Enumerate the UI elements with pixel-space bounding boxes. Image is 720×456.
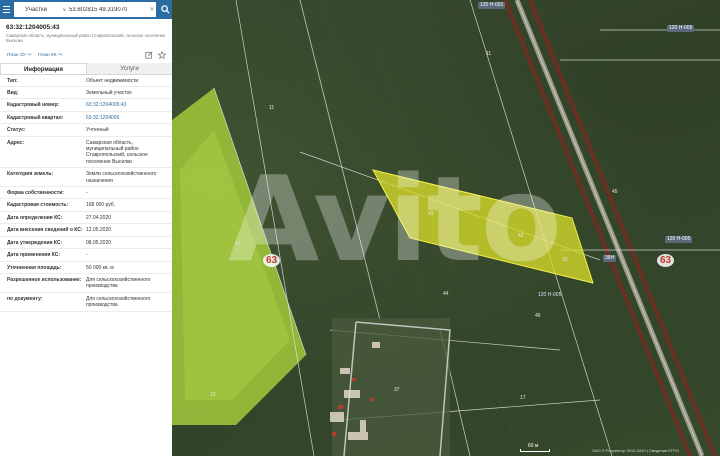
object-header: 63:32:1204005:43 Самарская область, муни… [0, 19, 172, 44]
info-label: Вид: [7, 90, 19, 96]
info-row: Форма собственности: - [0, 187, 172, 200]
info-value: Объект недвижимости [86, 77, 139, 84]
object-number: 63:32:1204005:43 [6, 24, 60, 31]
scale-bar [520, 449, 550, 452]
info-row: Разрешенное использование: Для сельскохоз… [0, 274, 172, 293]
info-panel: Участки ∨ ✕ 63:32:1204005:43 Самарская о… [0, 0, 172, 456]
info-row: Дата применения КС: - [0, 249, 172, 262]
road-label: 120 Н-005 [665, 236, 693, 243]
info-label: Кадастровая стоимость: [7, 202, 69, 209]
info-table: Тип: Объект недвижимости Вид: Земельный уча… [0, 75, 172, 312]
info-row: Кадастровый квартал: 63:32:1204005 [0, 112, 172, 125]
parcel-label: 46 [535, 313, 541, 319]
info-label: Форма собственности: [7, 190, 64, 197]
parcel-label: 17 [520, 395, 526, 401]
chevron-down-icon[interactable]: ∨ [60, 7, 69, 13]
road-label: 36Н [603, 255, 617, 262]
info-row: Вид: Земельный участок [0, 87, 172, 100]
info-label: Кадастровый номер: [7, 102, 60, 109]
region-label: 63 [263, 254, 280, 267]
info-label: Дата применения КС: [7, 252, 61, 259]
info-value: - [86, 252, 88, 259]
info-label: Дата определения КС: [7, 214, 63, 221]
info-label: Статус: [7, 127, 26, 134]
info-value: Земли сельскохозяйственного назначения [86, 171, 157, 184]
info-label: Дата внесения сведений о КС: [7, 227, 83, 234]
avito-watermark: Avito [228, 150, 562, 288]
info-label: Адрес: [7, 139, 24, 146]
info-value: Учтенный [86, 127, 109, 134]
info-row: Категория земель: Земли сельскохозяйствен… [0, 168, 172, 188]
info-value: - [86, 190, 88, 197]
copyright-text: ОАО © Росреестр 2010-2020 | Сведения ЕГР… [592, 448, 679, 453]
info-row: Дата определения КС: 27.04.2020 [0, 212, 172, 225]
parcel-label: 44 [443, 291, 449, 297]
info-row: Тип: Объект недвижимости [0, 75, 172, 87]
info-label: Уточненная площадь: [7, 264, 62, 271]
object-address: Самарская область, муниципальный район С… [6, 33, 166, 44]
info-label: по документу: [7, 295, 43, 302]
info-label: Категория земель: [7, 171, 54, 178]
info-value: 08.05.2020 [86, 239, 112, 246]
search-input[interactable] [69, 3, 148, 16]
plan-links: План ЗУ ⇒ План КК ⇒ [0, 44, 172, 60]
info-row: Кадастровый номер: 63:32:1204005:43 [0, 99, 172, 112]
menu-icon[interactable] [0, 0, 14, 19]
parcel-label: 42 [518, 233, 524, 239]
search-box: Участки ∨ ✕ [14, 2, 156, 17]
parcel-label: 11 [269, 105, 275, 111]
info-value: Земельный участок [86, 90, 132, 96]
parcel-label: 41 [235, 241, 241, 247]
search-icon[interactable] [158, 2, 172, 17]
plan-zu-link[interactable]: План ЗУ ⇒ [7, 53, 31, 58]
region-label: 63 [657, 254, 674, 267]
info-row: по документу: Для сельскохозяйственного п… [0, 293, 172, 312]
parcel-label: 13 [210, 392, 216, 398]
info-value[interactable]: 63:32:1204005 [86, 115, 172, 121]
info-value: Для сельскохозяйственного производства [86, 276, 151, 290]
close-icon[interactable]: ✕ [148, 6, 156, 13]
info-value: Для сельскохозяйственного производства [86, 295, 151, 309]
info-row: Адрес: Самарская область, муниципальный р… [0, 137, 172, 169]
tab-services[interactable]: Услуги [87, 62, 172, 74]
plan-kk-link[interactable]: План КК ⇒ [38, 53, 62, 58]
parcel-label: 37 [394, 387, 400, 393]
info-row: Дата утверждения КС: 08.05.2020 [0, 237, 172, 250]
info-value: 27.04.2020 [86, 214, 112, 221]
info-value: Самарская область, муниципальный район С… [86, 139, 148, 165]
info-value[interactable]: 63:32:1204005:43 [86, 102, 172, 108]
search-bar: Участки ∨ ✕ [0, 0, 172, 19]
parcel-label: 11 [486, 51, 492, 57]
info-value: 50 000 кв. м [86, 264, 114, 271]
info-row: Статус: Учтенный [0, 124, 172, 137]
info-label: Тип: [7, 77, 18, 84]
parcel-label: 45 [612, 189, 618, 195]
info-value: 168 000 руб. [86, 202, 115, 209]
info-label: Кадастровый квартал: [7, 114, 64, 121]
tab-info[interactable]: Информация [0, 62, 87, 74]
parcel-label: 43 [428, 211, 434, 217]
road-label: 120 Н-005 [667, 25, 695, 32]
star-icon[interactable] [158, 51, 166, 60]
info-row: Кадастровая стоимость: 168 000 руб. [0, 199, 172, 212]
info-row: Дата внесения сведений о КС: 12.05.2020 [0, 224, 172, 237]
road-label: 120 Н-002 [478, 2, 506, 9]
info-label: Разрешенное использование: [7, 276, 82, 283]
scale-label: 60 м [528, 443, 539, 449]
info-row: Уточненная площадь: 50 000 кв. м [0, 262, 172, 274]
info-value: 12.05.2020 [86, 227, 112, 234]
export-icon[interactable] [145, 51, 153, 59]
parcel-label: 32 [562, 257, 568, 263]
info-label: Дата утверждения КС: [7, 239, 63, 246]
search-type-select[interactable]: Участки [14, 7, 60, 13]
tab-bar: Информация Услуги [0, 62, 172, 75]
road-name-label: 120 Н-005 [538, 292, 562, 298]
